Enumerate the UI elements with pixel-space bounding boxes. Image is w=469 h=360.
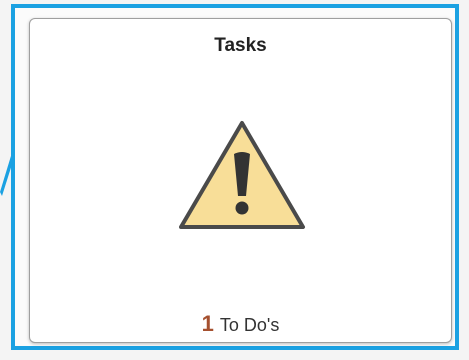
todo-count[interactable]: 1 <box>202 311 214 336</box>
tile-title: Tasks <box>214 35 267 56</box>
todo-label: To Do's <box>219 315 280 335</box>
warning-triangle-icon <box>179 121 305 229</box>
tile-footer: 1 To Do's <box>30 311 451 337</box>
tasks-tile[interactable]: Tasks 1 To Do's <box>29 18 452 343</box>
